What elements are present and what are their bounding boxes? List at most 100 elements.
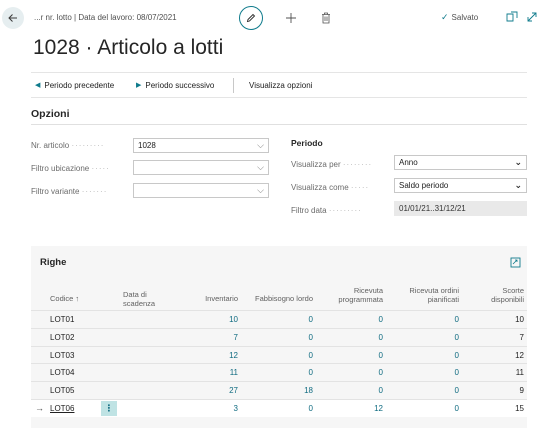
new-button[interactable]: [283, 8, 299, 28]
col-inventory-header[interactable]: Inventario: [181, 294, 238, 303]
view-by-select[interactable]: Anno ⌄: [394, 155, 527, 170]
grid-rows: LOT01 10 0 0 0 10 LOT02 7 0 0 0 7 LOT03 12 0 0 0 12 LOT04 1…: [31, 310, 527, 417]
breadcrumb: ...r nr. lotto | Data del lavoro: 08/07/…: [34, 13, 177, 22]
gross-req-cell[interactable]: 0: [241, 351, 313, 360]
label-dots: ·········: [71, 141, 105, 150]
inventory-cell[interactable]: 10: [181, 315, 238, 324]
chevron-down-icon: ⌵: [257, 185, 264, 195]
edit-button[interactable]: [239, 6, 263, 30]
col-available-line1: Scorte: [502, 286, 524, 295]
planned-rec-cell[interactable]: 0: [386, 386, 459, 395]
edit-pencil-icon: [246, 13, 256, 23]
saved-label: Salvato: [451, 13, 479, 22]
top-bar: ...r nr. lotto | Data del lavoro: 08/07/…: [0, 0, 556, 36]
lines-title: Righe: [40, 257, 67, 268]
col-expiry-header-line1: Data di: [123, 290, 147, 299]
variant-filter-field[interactable]: ⌵: [133, 183, 269, 198]
trash-icon: [322, 12, 330, 24]
table-row[interactable]: LOT01 10 0 0 0 10: [31, 310, 527, 328]
label-dots: ·········: [328, 206, 362, 215]
planned-rec-cell[interactable]: 0: [386, 351, 459, 360]
planned-rec-cell[interactable]: 0: [386, 368, 459, 377]
chevron-down-icon: ⌵: [257, 140, 264, 150]
inventory-cell[interactable]: 12: [181, 351, 238, 360]
page-title: 1028 · Articolo a lotti: [33, 36, 224, 59]
action-bar: ◀ Periodo precedente ▶ Periodo successiv…: [31, 72, 527, 98]
back-arrow-icon: [8, 14, 17, 22]
show-options-button[interactable]: Visualizza opzioni: [249, 81, 312, 90]
code-cell[interactable]: LOT06: [50, 404, 74, 413]
lines-grid: Codice ↑ Data di scadenza Inventario Fab…: [31, 278, 527, 417]
planned-rec-cell[interactable]: 0: [386, 404, 459, 413]
table-row[interactable]: LOT03 12 0 0 0 12: [31, 345, 527, 364]
sched-rec-cell[interactable]: 0: [313, 386, 383, 395]
date-filter-label-text: Filtro data: [291, 206, 327, 215]
col-planned-rec-line1: Ricevuta ordini: [409, 286, 459, 295]
location-filter-label: Filtro ubicazione ·····: [31, 164, 110, 173]
expand-part-icon[interactable]: [510, 257, 521, 268]
delete-button[interactable]: [319, 9, 333, 27]
code-cell[interactable]: LOT04: [50, 368, 74, 377]
date-filter-field[interactable]: 01/01/21..31/12/21: [394, 201, 527, 216]
chevron-down-icon: ⌄: [514, 157, 522, 167]
location-filter-field[interactable]: ⌵: [133, 160, 269, 175]
code-cell[interactable]: LOT01: [50, 315, 74, 324]
col-sched-rec-line2: programmata: [338, 295, 383, 304]
next-period-button[interactable]: ▶ Periodo successivo: [136, 81, 214, 90]
col-code-header[interactable]: Codice ↑: [50, 294, 79, 303]
sched-rec-cell[interactable]: 12: [313, 404, 383, 413]
expand-icon[interactable]: [525, 10, 539, 24]
chevron-down-icon: ⌵: [257, 162, 264, 172]
planned-rec-cell[interactable]: 0: [386, 333, 459, 342]
table-row[interactable]: LOT02 7 0 0 0 7: [31, 327, 527, 346]
inventory-cell[interactable]: 7: [181, 333, 238, 342]
code-cell[interactable]: LOT02: [50, 333, 74, 342]
more-options-icon[interactable]: ⋮: [101, 400, 117, 416]
gross-req-cell[interactable]: 0: [241, 368, 313, 377]
back-button[interactable]: [2, 7, 24, 29]
grid-header: Codice ↑ Data di scadenza Inventario Fab…: [31, 278, 527, 310]
view-as-label: Visualizza come ·····: [291, 183, 369, 192]
lines-part: Righe Codice ↑ Data di scadenza Inventar…: [31, 246, 527, 428]
available-cell: 12: [515, 350, 524, 360]
table-row[interactable]: → ⋮ LOT06 3 0 12 0 15: [31, 398, 527, 417]
gross-req-cell[interactable]: 0: [241, 404, 313, 413]
item-no-field[interactable]: 1028 ⌵: [133, 138, 269, 153]
label-dots: ·····: [91, 164, 110, 173]
view-as-select[interactable]: Saldo periodo ⌄: [394, 178, 527, 193]
item-no-value: 1028: [138, 141, 156, 150]
sched-rec-cell[interactable]: 0: [313, 351, 383, 360]
gross-req-cell[interactable]: 18: [241, 386, 313, 395]
col-planned-rec-header[interactable]: Ricevuta ordini pianificati: [386, 286, 459, 304]
col-gross-req-header[interactable]: Fabbisogno lordo: [241, 294, 313, 303]
checkmark-icon: ✓: [441, 12, 449, 22]
col-sched-rec-header[interactable]: Ricevuta programmata: [313, 286, 383, 304]
options-divider: [31, 124, 527, 125]
available-cell: 10: [515, 315, 524, 324]
previous-period-label: Periodo precedente: [44, 80, 115, 90]
gross-req-cell[interactable]: 0: [241, 333, 313, 342]
open-new-window-icon[interactable]: [505, 10, 519, 24]
sched-rec-cell[interactable]: 0: [313, 315, 383, 324]
date-filter-value: 01/01/21..31/12/21: [399, 204, 466, 213]
col-available-header[interactable]: Scorte disponibili: [471, 286, 524, 304]
period-group-title: Periodo: [291, 138, 323, 148]
table-row[interactable]: LOT05 27 18 0 0 9: [31, 381, 527, 399]
previous-period-button[interactable]: ◀ Periodo precedente: [35, 81, 114, 90]
sched-rec-cell[interactable]: 0: [313, 333, 383, 342]
action-separator: [233, 78, 234, 93]
inventory-cell[interactable]: 11: [181, 368, 238, 377]
show-options-label: Visualizza opzioni: [249, 80, 313, 90]
available-cell: 11: [515, 368, 524, 378]
date-filter-label: Filtro data ·········: [291, 206, 362, 215]
sched-rec-cell[interactable]: 0: [313, 368, 383, 377]
label-dots: ········: [342, 160, 373, 169]
inventory-cell[interactable]: 27: [181, 386, 238, 395]
table-row[interactable]: LOT04 11 0 0 0 11: [31, 363, 527, 381]
planned-rec-cell[interactable]: 0: [386, 315, 459, 324]
view-by-label: Visualizza per ········: [291, 160, 372, 169]
code-cell[interactable]: LOT03: [50, 351, 74, 360]
inventory-cell[interactable]: 3: [181, 404, 238, 413]
gross-req-cell[interactable]: 0: [241, 315, 313, 324]
code-cell[interactable]: LOT05: [50, 386, 74, 395]
